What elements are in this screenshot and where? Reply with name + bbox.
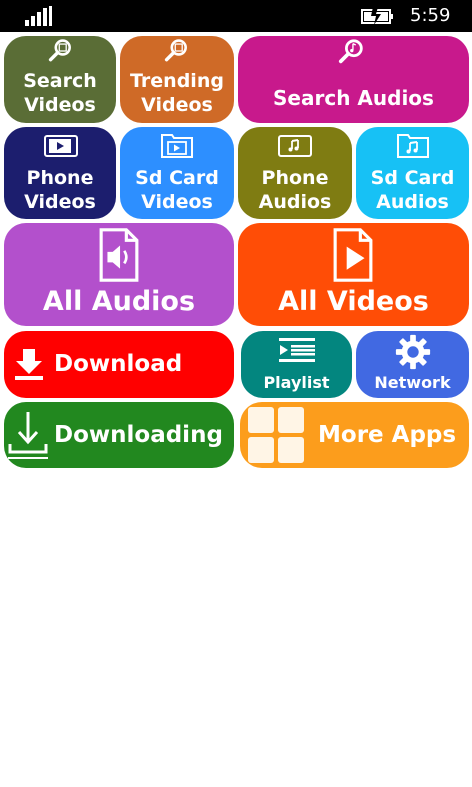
downloading-icon (8, 412, 48, 459)
more-apps-label: More Apps (318, 422, 457, 448)
sd-card-audios-label: Sd Card Audios (370, 167, 455, 213)
phone-music-icon (278, 135, 312, 157)
phone-videos-label: Phone Videos (24, 167, 96, 213)
folder-music-icon (397, 134, 429, 158)
phone-video-icon (44, 135, 78, 157)
search-videos-tile[interactable]: Search Videos (4, 36, 116, 123)
download-icon (15, 349, 43, 380)
sd-card-audios-tile[interactable]: Sd Card Audios (356, 127, 469, 219)
gear-icon (395, 334, 431, 370)
search-audios-label: Search Audios (273, 86, 434, 110)
phone-audios-label: Phone Audios (258, 167, 332, 213)
sd-card-videos-label: Sd Card Videos (135, 167, 219, 213)
battery-charging-icon (361, 7, 393, 25)
all-audios-tile[interactable]: All Audios (4, 223, 234, 326)
status-bar: 5:59 (0, 0, 472, 32)
playlist-icon (279, 338, 315, 362)
sd-card-videos-tile[interactable]: Sd Card Videos (120, 127, 234, 219)
search-videos-label: Search Videos (23, 70, 97, 116)
more-apps-tile[interactable]: More Apps (240, 402, 469, 468)
phone-audios-tile[interactable]: Phone Audios (238, 127, 352, 219)
search-music-icon (338, 39, 363, 64)
phone-videos-tile[interactable]: Phone Videos (4, 127, 116, 219)
audio-file-icon (99, 228, 139, 282)
video-file-icon (333, 228, 373, 282)
trending-videos-label: Trending Videos (130, 70, 224, 116)
grid-icon (248, 407, 304, 463)
playlist-tile[interactable]: Playlist (241, 331, 352, 398)
download-label: Download (54, 351, 183, 377)
playlist-label: Playlist (263, 373, 330, 392)
all-audios-label: All Audios (42, 286, 196, 317)
folder-video-icon (161, 134, 193, 158)
all-videos-label: All Videos (278, 286, 429, 317)
download-tile[interactable]: Download (4, 331, 234, 398)
search-audios-tile[interactable]: Search Audios (238, 36, 469, 123)
signal-icon (25, 6, 52, 26)
status-time: 5:59 (410, 5, 451, 26)
all-videos-tile[interactable]: All Videos (238, 223, 469, 326)
trending-videos-tile[interactable]: Trending Videos (120, 36, 234, 123)
search-video-icon (164, 39, 187, 62)
downloading-tile[interactable]: Downloading (4, 402, 234, 468)
network-tile[interactable]: Network (356, 331, 469, 398)
search-video-icon (48, 39, 71, 62)
downloading-label: Downloading (54, 422, 223, 448)
network-label: Network (374, 373, 451, 392)
